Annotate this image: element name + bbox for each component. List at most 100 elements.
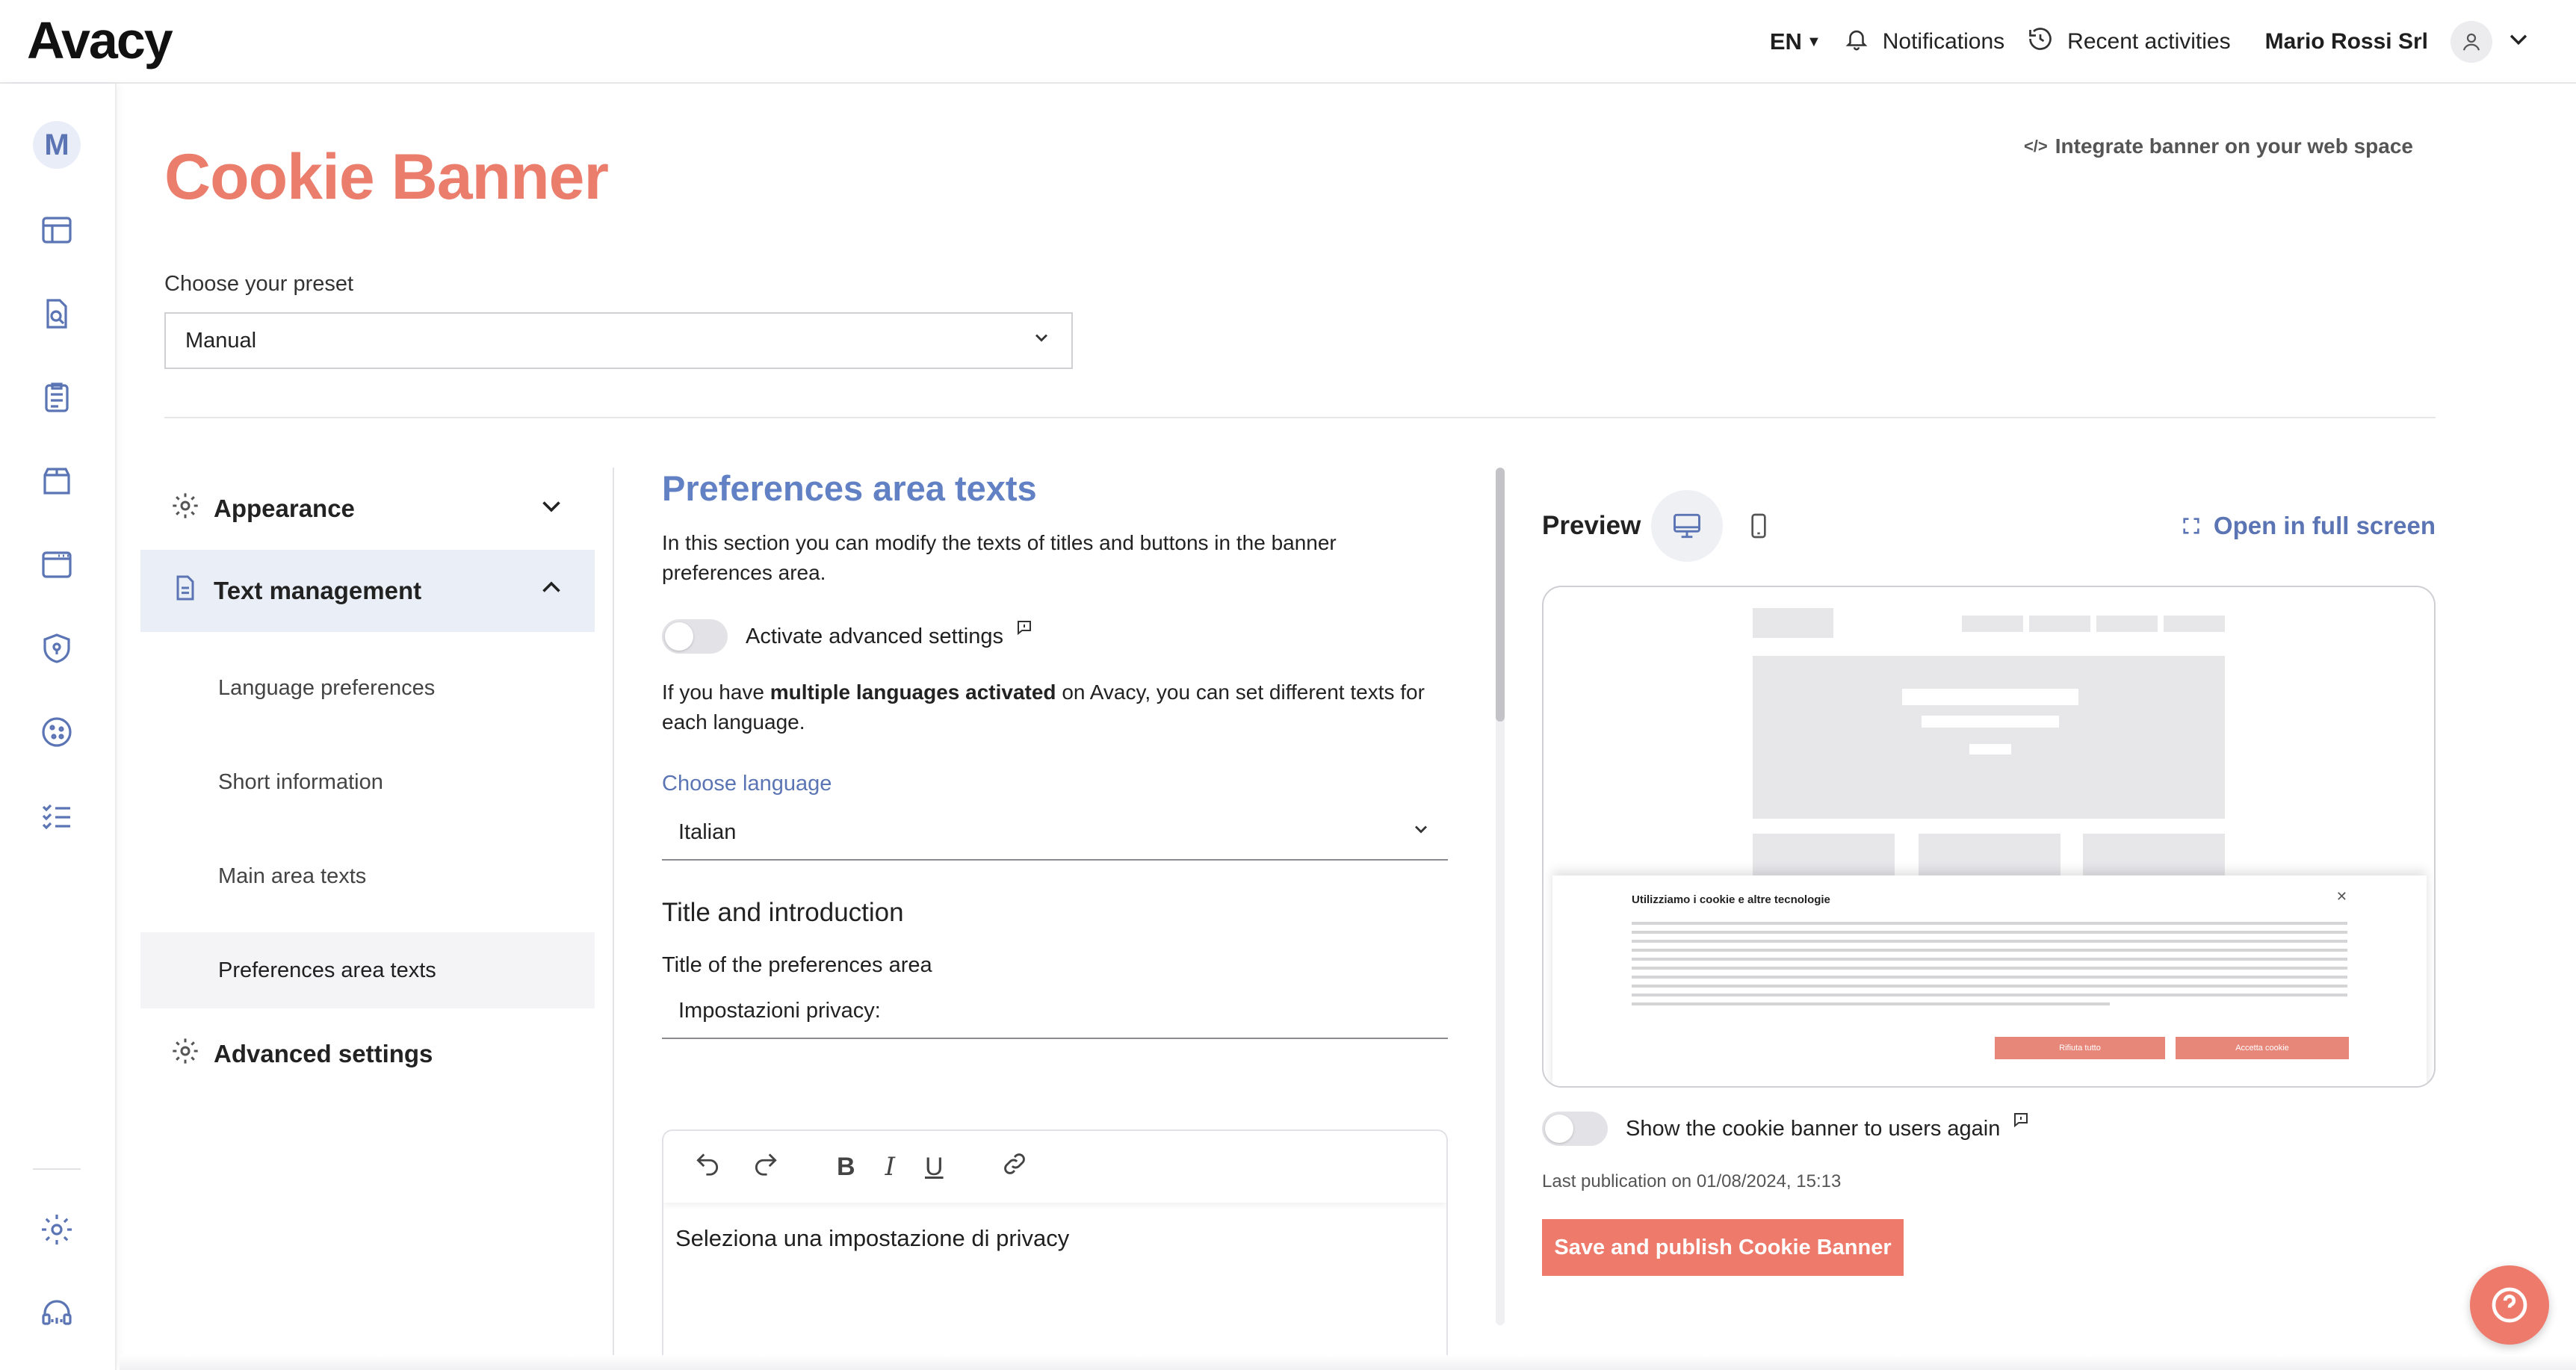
submenu-label: Short information [218,769,383,794]
mobile-preview-button[interactable] [1723,490,1795,562]
logo-text: Avacy [27,11,173,69]
skeleton-card [1919,834,2061,878]
language-code: EN [1769,28,1802,55]
dashboard-icon[interactable] [36,209,78,251]
banner-text-line [1632,994,2347,996]
logo[interactable]: Avacy [27,10,173,70]
skeleton-line [1922,716,2059,728]
chevron-down-icon [2506,26,2531,58]
bold-icon[interactable]: B [837,1153,855,1182]
browser-window-icon[interactable] [36,544,78,586]
caret-down-icon: ▼ [1806,33,1821,50]
account-avatar-letter: M [44,128,69,161]
scrollbar-thumb[interactable] [1496,468,1505,722]
skeleton-block [2164,616,2225,632]
skeleton-card [1753,834,1895,878]
menu-appearance[interactable]: Appearance [140,468,595,550]
open-full-screen-button[interactable]: Open in full screen [2181,512,2436,540]
banner-text-line [1632,922,2347,925]
preset-select[interactable]: Manual [164,312,1073,369]
multi-language-note-prefix: If you have [662,681,770,704]
banner-preview: Utilizziamo i cookie e altre tecnologie … [1542,586,2436,1088]
document-icon [170,573,200,609]
gear-icon [170,491,200,527]
info-comment-icon[interactable] [2012,1110,2030,1135]
link-icon[interactable] [1000,1150,1029,1185]
preferences-title-input[interactable]: Impostazioni privacy: [662,984,1448,1039]
underline-icon[interactable]: U [925,1153,944,1182]
cookie-icon[interactable] [36,711,78,753]
headset-support-icon[interactable] [36,1292,78,1334]
save-publish-button[interactable]: Save and publish Cookie Banner [1542,1219,1904,1276]
editor-content[interactable]: Seleziona una impostazione di privacy [663,1203,1446,1274]
italic-icon[interactable]: I [885,1152,895,1182]
account-avatar[interactable]: M [33,121,81,169]
column-divider [613,468,614,1370]
top-bar: Avacy EN ▼ Notifications Recent activiti… [0,0,2576,84]
settings-menu: Appearance Text management Language pref… [140,468,595,1095]
skeleton-card [2083,834,2225,878]
history-icon [2027,25,2054,58]
banner-text-line [1632,931,2347,934]
show-banner-again-toggle[interactable] [1542,1112,1608,1146]
user-icon [2450,21,2492,63]
info-comment-icon[interactable] [1015,618,1033,642]
banner-text-line [1632,967,2347,970]
help-button[interactable] [2470,1265,2549,1345]
section-title: Preferences area texts [662,468,1037,508]
page: Avacy EN ▼ Notifications Recent activiti… [0,0,2576,1370]
submenu-main-area-texts[interactable]: Main area texts [140,838,595,914]
advanced-settings-row: Activate advanced settings [662,619,1448,654]
side-rail: M [0,84,117,1370]
chevron-down-icon [1411,819,1431,846]
submenu-language-preferences[interactable]: Language preferences [140,650,595,726]
clipboard-list-icon[interactable] [36,376,78,418]
preview-title: Preview [1542,511,1641,540]
skeleton-block [2096,616,2158,632]
advanced-settings-toggle[interactable] [662,619,728,654]
rail-divider [33,1168,81,1170]
archive-box-icon[interactable] [36,460,78,502]
cookie-banner-mock: Utilizziamo i cookie e altre tecnologie … [1552,875,2427,1086]
chevron-down-icon [538,492,565,525]
multi-language-note: If you have multiple languages activated… [662,678,1439,737]
section-divider [164,417,2436,418]
menu-text-management[interactable]: Text management [140,550,595,632]
banner-text-line [1632,976,2347,979]
mobile-icon [1751,513,1766,539]
text-settings-panel: Preferences area texts In this section y… [662,468,1448,1039]
skeleton-hero [1753,656,2225,819]
integrate-banner-link[interactable]: </> Integrate banner on your web space [2024,134,2413,158]
checklist-icon[interactable] [36,795,78,837]
language-value: Italian [678,819,737,844]
code-icon: </> [2023,137,2048,155]
user-menu[interactable] [2450,21,2531,63]
recent-activities-button[interactable]: Recent activities [2027,25,2231,58]
notifications-button[interactable]: Notifications [1844,25,2004,58]
editor-toolbar: B I U [663,1131,1446,1203]
integrate-banner-label: Integrate banner on your web space [2055,134,2413,158]
bottom-fade [120,1355,2576,1370]
undo-icon[interactable] [693,1150,722,1185]
language-selector[interactable]: EN ▼ [1770,28,1821,55]
chevron-down-icon [1031,327,1052,354]
chevron-up-icon [538,574,565,607]
redo-icon[interactable] [752,1150,780,1185]
document-search-icon[interactable] [36,293,78,335]
preset-value: Manual [185,328,257,353]
title-intro-heading: Title and introduction [662,898,904,927]
preview-header: Preview Open in full screen [1542,489,2436,563]
language-select[interactable]: Italian [662,805,1448,861]
submenu-preferences-area-texts[interactable]: Preferences area texts [140,932,595,1008]
section-intro: In this section you can modify the texts… [662,531,1337,584]
preset-label: Choose your preset [164,272,354,296]
menu-text-management-label: Text management [214,577,422,604]
preferences-title-label: Title of the preferences area [662,953,932,977]
gear-icon[interactable] [36,1209,78,1250]
submenu-short-information[interactable]: Short information [140,744,595,820]
rich-text-editor: B I U Seleziona una impostazione di priv… [662,1129,1448,1370]
menu-advanced-settings[interactable]: Advanced settings [140,1013,595,1095]
page-title: Cookie Banner [164,141,609,213]
shield-icon[interactable] [36,627,78,669]
desktop-preview-button[interactable] [1651,490,1724,562]
